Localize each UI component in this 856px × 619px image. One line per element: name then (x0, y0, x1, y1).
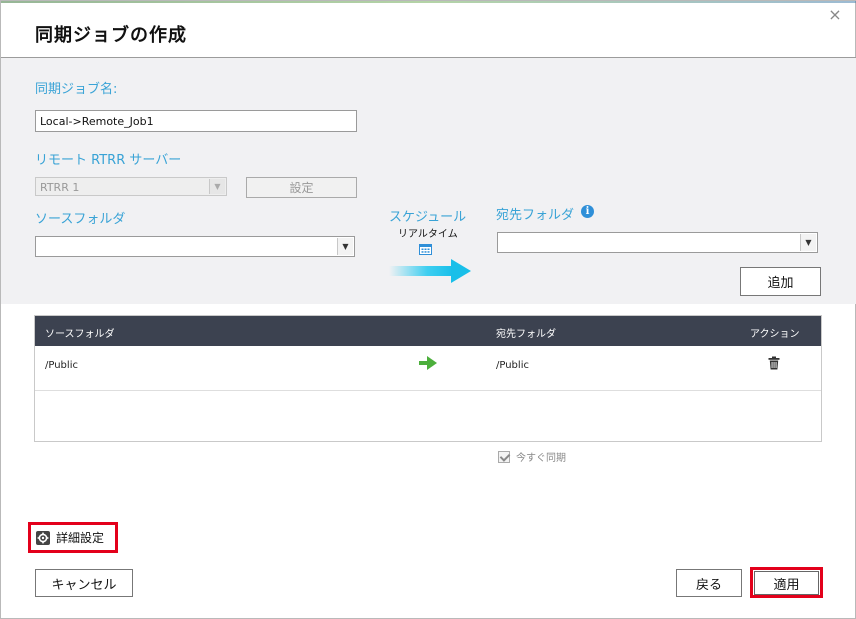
dialog-title: 同期ジョブの作成 (35, 25, 187, 46)
dest-folder-select[interactable]: ▼ (497, 232, 818, 253)
trash-icon[interactable] (768, 356, 780, 370)
green-arrow-icon (419, 356, 437, 370)
arrow-right-icon (389, 259, 471, 283)
close-icon[interactable]: × (827, 7, 843, 23)
schedule-label: スケジュール (389, 210, 467, 225)
row-source-folder: /Public (45, 360, 78, 371)
column-header-source: ソースフォルダ (45, 329, 115, 340)
schedule-mode-link[interactable]: リアルタイム (398, 225, 458, 240)
checkbox-checked-icon[interactable] (498, 450, 510, 463)
remote-server-label: リモート RTRR サーバー (35, 153, 182, 168)
apply-button[interactable]: 適用 (754, 571, 819, 595)
advanced-settings-button[interactable]: 詳細設定 (28, 522, 118, 553)
gear-icon (36, 530, 50, 545)
create-sync-job-dialog: 同期ジョブの作成 × 同期ジョブ名: リモート RTRR サーバー RTRR 1… (0, 0, 856, 619)
dest-folder-label: 宛先フォルダ (496, 208, 575, 223)
cancel-button[interactable]: キャンセル (35, 569, 133, 597)
chevron-down-icon: ▼ (209, 179, 225, 194)
remote-server-settings-button[interactable]: 設定 (246, 177, 357, 198)
advanced-settings-label: 詳細設定 (56, 531, 105, 545)
remote-server-value: RTRR 1 (40, 181, 80, 194)
row-dest-folder: /Public (496, 360, 529, 371)
sync-folder-table: ソースフォルダ 宛先フォルダ アクション /Public /Public (34, 315, 822, 442)
chevron-down-icon: ▼ (337, 238, 353, 255)
source-folder-label: ソースフォルダ (35, 212, 126, 227)
add-button[interactable]: 追加 (740, 267, 821, 296)
sync-now-label: 今すぐ同期 (516, 453, 566, 464)
column-header-dest: 宛先フォルダ (496, 329, 556, 340)
job-name-input[interactable] (35, 110, 357, 132)
sync-now-checkbox[interactable]: 今すぐ同期 (498, 449, 566, 464)
table-row: /Public /Public (35, 346, 821, 391)
window-top-accent (1, 1, 856, 3)
table-header: ソースフォルダ 宛先フォルダ アクション (35, 316, 821, 346)
column-header-action: アクション (750, 329, 800, 340)
info-icon[interactable]: i (581, 205, 594, 218)
chevron-down-icon: ▼ (800, 234, 816, 251)
source-folder-select[interactable]: ▼ (35, 236, 355, 257)
job-name-label: 同期ジョブ名: (35, 82, 118, 97)
back-button[interactable]: 戻る (676, 569, 742, 597)
remote-server-select[interactable]: RTRR 1 ▼ (35, 177, 227, 196)
calendar-icon[interactable] (419, 243, 432, 255)
